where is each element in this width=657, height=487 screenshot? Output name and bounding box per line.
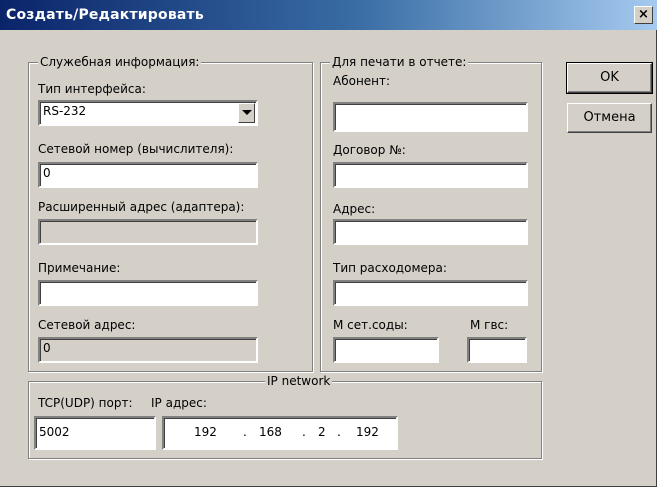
subscriber-label: Абонент: (333, 74, 391, 88)
ip-address-label: IP адрес: (151, 396, 207, 410)
subscriber-input[interactable] (333, 102, 528, 132)
ip-separator-3: . (337, 425, 341, 439)
network-number-label: Сетевой номер (вычислителя): (38, 142, 234, 156)
print-info-legend: Для печати в отчете: (330, 55, 469, 69)
ip-separator-1: . (243, 425, 247, 439)
ip-octet-3: 2 (318, 425, 326, 439)
m-hot-water-input[interactable] (467, 337, 527, 363)
window-title: Создать/Редактировать (6, 7, 204, 23)
extended-address-label: Расширенный адрес (адаптера): (38, 200, 245, 214)
contract-input[interactable] (333, 162, 528, 188)
flowmeter-type-input[interactable] (333, 280, 528, 306)
interface-type-label: Тип интерфейса: (38, 82, 146, 96)
contract-label: Договор №: (333, 143, 406, 157)
flowmeter-type-label: Тип расходомера: (333, 261, 447, 275)
ip-network-legend: IP network (265, 374, 333, 388)
interface-type-value: RS-232 (43, 104, 87, 118)
edit-dialog: Создать/Редактировать × Служебная информ… (0, 0, 657, 487)
ip-octet-2: 168 (259, 425, 282, 439)
ip-address-input[interactable]: 192 . 168 . 2 . 192 (162, 416, 398, 450)
ok-button[interactable]: OK (566, 62, 653, 94)
m-network-water-input[interactable] (333, 337, 439, 363)
close-button[interactable]: × (634, 6, 653, 24)
ip-octet-4: 192 (356, 425, 379, 439)
note-input[interactable] (38, 280, 258, 306)
title-bar[interactable]: Создать/Редактировать × (0, 0, 657, 30)
m-network-water-label: М сет.соды: (333, 318, 408, 332)
address-input[interactable] (333, 219, 528, 245)
interface-type-select[interactable]: RS-232 (38, 100, 258, 126)
note-label: Примечание: (38, 261, 121, 275)
network-address-input: 0 (38, 337, 258, 363)
service-info-legend: Служебная информация: (38, 55, 202, 69)
cancel-button[interactable]: Отмена (567, 103, 652, 133)
network-number-input[interactable]: 0 (38, 162, 258, 188)
m-hot-water-label: М гвс: (470, 318, 509, 332)
address-label: Адрес: (333, 202, 376, 216)
network-address-label: Сетевой адрес: (38, 318, 136, 332)
ip-separator-2: . (302, 425, 306, 439)
port-label: TCP(UDP) порт: (38, 396, 133, 410)
port-input[interactable]: 5002 (34, 416, 156, 450)
ip-octet-1: 192 (194, 425, 217, 439)
extended-address-input (38, 219, 258, 245)
chevron-down-icon[interactable] (238, 103, 255, 123)
